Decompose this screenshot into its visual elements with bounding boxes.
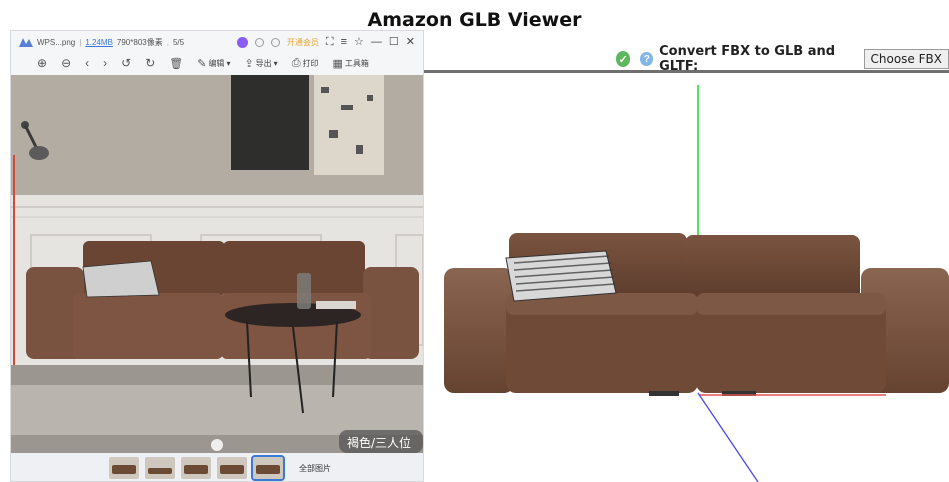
file-name: WPS...png	[37, 37, 76, 47]
page-title: Amazon GLB Viewer	[367, 9, 582, 31]
rotate-right-icon[interactable]: ↻	[145, 57, 155, 69]
minimize-icon[interactable]: —	[371, 36, 382, 48]
screen: Amazon GLB Viewer ✓ ? Convert FBX to GLB…	[0, 0, 949, 482]
print-button[interactable]: ⎙ 打印	[292, 57, 319, 70]
close-icon[interactable]: ✕	[406, 36, 415, 48]
export-button[interactable]: ⇪ 导出 ▾	[244, 57, 277, 70]
print-icon: ⎙	[291, 56, 301, 69]
thumbnail-5[interactable]	[251, 455, 285, 481]
check-circle-icon: ✓	[616, 51, 631, 67]
thumbnail-4[interactable]	[217, 457, 247, 479]
maximize-icon[interactable]: ☐	[389, 36, 399, 48]
edit-icon: ✎	[197, 57, 207, 70]
file-size[interactable]: 1.24MB	[85, 38, 113, 47]
sync-icon[interactable]	[254, 37, 264, 47]
viewer-titlebar: WPS...png | 1.24MB 790*803像素 , 5/5 开通会员 …	[11, 31, 423, 53]
help-circle-icon[interactable]: ?	[640, 52, 654, 66]
all-images-link[interactable]: 全部图片	[299, 463, 331, 474]
page-index: 5/5	[172, 37, 185, 47]
toolbox-button[interactable]: ▦ 工具箱	[333, 57, 369, 70]
next-icon[interactable]: ›	[103, 57, 107, 69]
z-axis-line	[697, 392, 759, 482]
menu-icon[interactable]: ≡	[341, 36, 347, 48]
sofa-3d-model	[444, 85, 949, 482]
converter-toolbar: ✓ ? Convert FBX to GLB and GLTF: Choose …	[616, 44, 949, 74]
image-dimensions: 790*803像素	[116, 37, 163, 47]
export-icon: ⇪	[244, 57, 254, 70]
zoom-out-icon[interactable]: ⊖	[61, 57, 71, 69]
rotate-left-icon[interactable]: ↺	[121, 57, 131, 69]
living-room-image: 褐色/三人位	[11, 75, 423, 453]
settings-icon[interactable]	[270, 37, 280, 47]
prev-icon[interactable]: ‹	[85, 57, 89, 69]
thumbnail-strip: 全部图片	[11, 453, 423, 481]
image-viewer-window: WPS...png | 1.24MB 790*803像素 , 5/5 开通会员 …	[10, 30, 424, 482]
avatar-icon[interactable]	[236, 36, 248, 48]
photo-overlay-text: 褐色/三人位	[347, 435, 411, 450]
viewer-toolbar: ⊕ ⊖ ‹ › ↺ ↻ 🗑 ✎ 编辑 ▾ ⇪ 导出 ▾ ⎙ 打印 ▦ 工具箱	[11, 53, 423, 73]
pin-icon[interactable]: ☆	[354, 36, 364, 48]
choose-fbx-button[interactable]: Choose FBX	[863, 49, 949, 69]
zoom-in-icon[interactable]: ⊕	[37, 57, 47, 69]
toolbox-icon: ▦	[332, 57, 343, 70]
fullscreen-icon[interactable]: ⛶	[326, 36, 334, 48]
vip-link[interactable]: 开通会员	[287, 37, 319, 48]
wps-logo-icon	[19, 38, 33, 47]
edit-button[interactable]: ✎ 编辑 ▾	[197, 57, 230, 70]
thumbnail-3[interactable]	[181, 457, 211, 479]
glb-3d-viewport[interactable]	[424, 70, 949, 482]
delete-icon[interactable]: 🗑	[169, 57, 183, 70]
thumbnail-2[interactable]	[145, 457, 175, 479]
thumbnail-1[interactable]	[109, 457, 139, 479]
sofa-photo: 褐色/三人位	[11, 75, 423, 453]
